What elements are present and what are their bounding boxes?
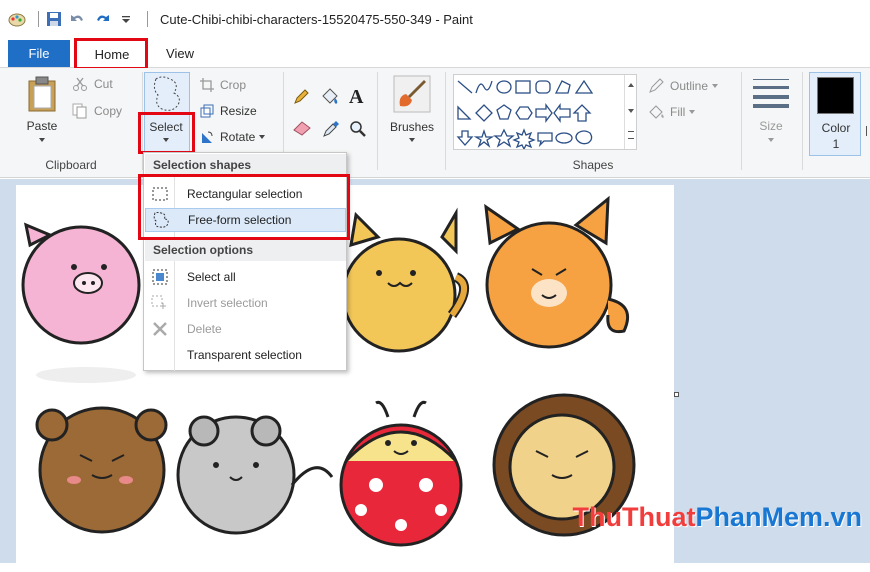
menu-item-delete[interactable]: Delete <box>145 317 346 341</box>
color1-swatch <box>817 77 854 114</box>
brushes-button[interactable]: Brushes <box>385 74 439 154</box>
cut-button[interactable]: Cut <box>72 76 113 92</box>
invert-selection-label: Invert selection <box>187 296 268 310</box>
expand-gallery-icon[interactable] <box>628 131 634 139</box>
size-icon <box>753 79 789 108</box>
resize-label: Resize <box>220 104 257 118</box>
group-separator <box>741 72 742 170</box>
pencil-icon <box>294 89 309 104</box>
fill-bucket-icon <box>322 88 338 104</box>
separator <box>147 11 148 27</box>
shapes-group-label: Shapes <box>572 158 614 172</box>
eraser-tool[interactable] <box>292 120 312 139</box>
brushes-label: Brushes <box>389 120 435 134</box>
watermark: ThuThuatPhanMem.vn <box>572 502 862 533</box>
shapes-gallery-icons <box>456 79 594 151</box>
resize-icon <box>200 104 214 118</box>
color2-edge[interactable] <box>866 126 870 136</box>
menu-item-transparent-selection[interactable]: Transparent selection <box>145 343 346 367</box>
watermark-part1: ThuThuat <box>572 502 696 532</box>
save-icon[interactable] <box>45 10 63 28</box>
watermark-part2: PhanMem <box>695 502 823 532</box>
size-dropdown-icon <box>768 138 774 142</box>
selection-shapes-header: Selection shapes <box>145 154 346 176</box>
undo-icon[interactable] <box>69 10 87 28</box>
transparent-selection-label: Transparent selection <box>187 348 302 362</box>
crop-icon <box>200 78 214 92</box>
group-separator <box>802 72 803 170</box>
fill-tool[interactable] <box>320 88 340 109</box>
fill-button[interactable]: Fill <box>648 104 696 120</box>
copy-button[interactable]: Copy <box>72 103 122 119</box>
clipboard-group-label: Clipboard <box>45 158 97 172</box>
copy-icon <box>72 103 87 119</box>
select-all-label: Select all <box>187 270 236 284</box>
scissors-icon <box>73 77 87 91</box>
shape-fill-icon <box>649 105 664 119</box>
highlight-selection-shapes <box>138 174 350 240</box>
menu-item-select-all[interactable]: Select all <box>145 265 346 289</box>
eyedropper-icon <box>323 121 339 137</box>
group-separator <box>377 72 378 170</box>
watermark-part3: .vn <box>822 502 862 532</box>
paste-button[interactable]: Paste <box>20 76 64 152</box>
invert-selection-icon <box>145 295 175 311</box>
title-bar: Cute-Chibi-chibi-characters-15520475-550… <box>0 0 870 38</box>
size-label: Size <box>759 119 783 133</box>
brushes-dropdown-icon <box>409 138 415 142</box>
canvas-resize-handle-right[interactable] <box>674 392 679 397</box>
shapes-scroll[interactable] <box>624 75 636 149</box>
freeform-select-icon <box>153 76 180 111</box>
tab-view[interactable]: View <box>150 40 210 67</box>
outline-label: Outline <box>670 79 709 93</box>
brush-icon <box>393 75 431 113</box>
text-tool-icon: A <box>349 86 364 108</box>
delete-x-icon <box>145 321 175 337</box>
color-picker-tool[interactable] <box>322 120 340 141</box>
highlight-select-button <box>138 112 195 154</box>
outline-dropdown-icon <box>712 84 719 88</box>
paste-icon <box>28 76 56 112</box>
ribbon: Paste Cut Copy Clipboard Select Crop Res… <box>0 68 870 178</box>
cut-label: Cut <box>94 77 113 91</box>
delete-label: Delete <box>187 322 222 336</box>
color1-label: Color <box>821 121 851 135</box>
outline-button[interactable]: Outline <box>648 78 719 94</box>
customize-quick-access-icon[interactable] <box>117 10 135 28</box>
magnifier-tool[interactable] <box>349 120 367 141</box>
size-button[interactable]: Size <box>748 76 794 156</box>
magnifier-icon <box>350 121 366 137</box>
window-title: Cute-Chibi-chibi-characters-15520475-550… <box>160 11 473 27</box>
menu-item-invert-selection[interactable]: Invert selection <box>145 291 346 315</box>
eraser-icon <box>293 121 311 136</box>
crop-button[interactable]: Crop <box>200 78 246 92</box>
scroll-down-icon[interactable] <box>628 109 634 113</box>
rotate-icon <box>202 131 213 143</box>
color1-number: 1 <box>832 137 840 151</box>
highlight-home-tab <box>74 38 148 70</box>
text-tool[interactable]: A <box>349 86 363 109</box>
resize-button[interactable]: Resize <box>200 104 257 118</box>
fill-label: Fill <box>670 105 686 119</box>
select-all-icon <box>145 269 175 285</box>
paste-dropdown-icon <box>39 138 45 142</box>
pencil-tool[interactable] <box>292 88 310 109</box>
paste-label: Paste <box>26 119 58 133</box>
fill-dropdown-icon <box>689 110 696 114</box>
crop-label: Crop <box>220 78 247 92</box>
tab-file[interactable]: File <box>8 40 70 67</box>
rotate-label: Rotate <box>220 130 256 144</box>
color1-button[interactable]: Color 1 <box>809 72 861 156</box>
copy-label: Copy <box>94 104 123 118</box>
outline-icon <box>649 78 664 93</box>
group-separator <box>445 72 446 170</box>
rotate-button[interactable]: Rotate <box>200 130 266 144</box>
rotate-dropdown-icon <box>259 135 266 139</box>
shapes-gallery[interactable] <box>453 74 637 151</box>
redo-icon[interactable] <box>93 10 111 28</box>
scroll-up-icon[interactable] <box>628 83 634 87</box>
paint-app-icon[interactable] <box>8 10 26 28</box>
selection-options-header: Selection options <box>145 239 346 261</box>
separator <box>38 11 39 27</box>
